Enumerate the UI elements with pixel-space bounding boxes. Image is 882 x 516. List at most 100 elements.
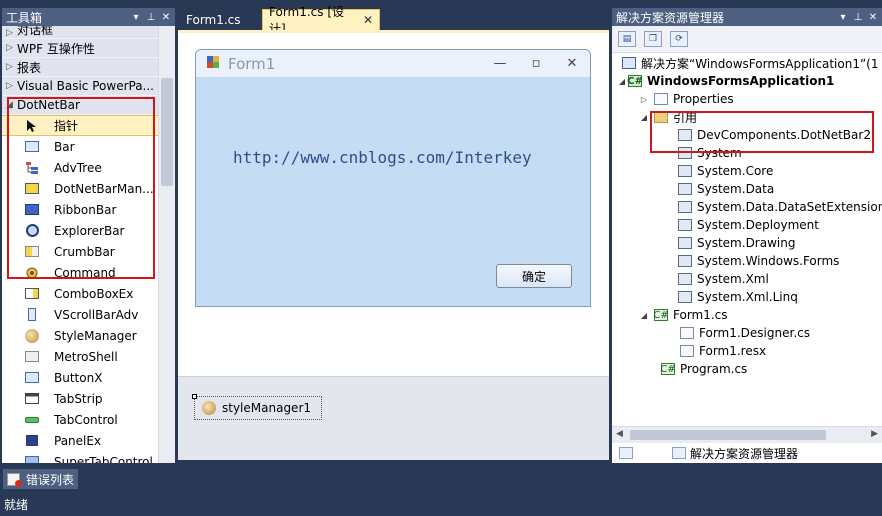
- tree-node-ref-system-data-datasetextension[interactable]: System.Data.DataSetExtension: [678, 198, 882, 216]
- toolbox-item-explorerbar[interactable]: ExplorerBar: [2, 220, 158, 241]
- tree-node-form1-resx[interactable]: Form1.resx: [680, 342, 766, 360]
- csharp-file-icon: C#: [653, 309, 669, 321]
- node-label: Program.cs: [680, 362, 748, 376]
- tree-node-ref-system-data[interactable]: System.Data: [678, 180, 774, 198]
- toolbox-scrollbar[interactable]: [158, 26, 175, 463]
- scroll-right-icon[interactable]: ▶: [871, 429, 878, 439]
- solution-icon: [622, 57, 636, 69]
- supertab-icon: [24, 455, 40, 463]
- ok-button[interactable]: 确定: [496, 264, 572, 288]
- item-label: Bar: [54, 139, 75, 154]
- dropdown-icon[interactable]: ▾: [837, 12, 849, 23]
- solution-explorer-title-bar: 解决方案资源管理器 ▾ ⊥ ✕: [612, 8, 882, 26]
- toolbox-category-wpf[interactable]: ▷ WPF 互操作性: [2, 39, 175, 58]
- csharp-project-icon: C#: [627, 75, 643, 87]
- toolbox-list: ▷ 对话框 ▷ WPF 互操作性 ▷ 报表 ▷ Visual Basic PowerPa…: [2, 26, 175, 463]
- node-label: 解决方案“WindowsFormsApplication1”(1: [641, 56, 879, 71]
- pin-icon[interactable]: ⊥: [852, 12, 864, 23]
- tree-node-ref-dotnetbar2[interactable]: DevComponents.DotNetBar2: [678, 126, 871, 144]
- item-label: AdvTree: [54, 160, 102, 175]
- toolbox-item-command[interactable]: Command: [2, 262, 158, 283]
- toolbox-item-metroshell[interactable]: MetroShell: [2, 346, 158, 367]
- expand-arrow-icon[interactable]: ▷: [638, 95, 650, 104]
- toolbox-item-advtree[interactable]: AdvTree: [2, 157, 158, 178]
- collapse-arrow-icon: ◢: [6, 100, 13, 110]
- toolbox-item-supertabcontrol[interactable]: SuperTabControl: [2, 451, 158, 463]
- close-icon[interactable]: ✕: [867, 12, 879, 23]
- toolbox-title: 工具箱: [6, 10, 43, 25]
- toolbox-item-vscrollbaradv[interactable]: VScrollBarAdv: [2, 304, 158, 325]
- scrollbar-thumb[interactable]: [161, 78, 173, 186]
- selection-handle[interactable]: [192, 394, 197, 399]
- toolbox-item-tabstrip[interactable]: TabStrip: [2, 388, 158, 409]
- toolbox-category-dialogs[interactable]: ▷ 对话框: [2, 26, 175, 39]
- toolbox-item-panelex[interactable]: PanelEx: [2, 430, 158, 451]
- tree-node-solution[interactable]: 解决方案“WindowsFormsApplication1”(1: [622, 54, 878, 72]
- scroll-left-icon[interactable]: ◀: [616, 429, 623, 439]
- close-tab-icon[interactable]: ✕: [363, 13, 373, 27]
- tree-node-ref-system-windows-forms[interactable]: System.Windows.Forms: [678, 252, 839, 270]
- toolbox-item-pointer[interactable]: 指针: [2, 115, 158, 136]
- maximize-icon[interactable]: ▫: [518, 56, 554, 71]
- form-title-bar: Form1 — ▫ ✕: [196, 50, 590, 78]
- collapse-arrow-icon[interactable]: ◢: [638, 113, 650, 122]
- properties-icon: [619, 447, 633, 459]
- toolbox-category-reports[interactable]: ▷ 报表: [2, 58, 175, 77]
- node-label: DevComponents.DotNetBar2: [697, 128, 871, 142]
- reference-icon: [678, 219, 692, 231]
- tree-node-references[interactable]: ◢ 引用: [638, 108, 697, 126]
- solution-explorer-hscrollbar[interactable]: ◀ ▶: [612, 426, 882, 443]
- tree-node-ref-system[interactable]: System: [678, 144, 742, 162]
- toolbox-category-vb-powerpacks[interactable]: ▷ Visual Basic PowerPa...: [2, 77, 175, 96]
- collapse-arrow-icon[interactable]: ◢: [638, 311, 650, 320]
- tab-properties[interactable]: 属性: [614, 443, 666, 463]
- show-all-files-icon[interactable]: ❐: [644, 31, 662, 47]
- toolbox-item-dotnetbarmanager[interactable]: DotNetBarMan...: [2, 178, 158, 199]
- tree-node-form1-cs[interactable]: ◢ C# Form1.cs: [638, 306, 728, 324]
- vscroll-icon: [24, 308, 40, 322]
- tree-node-properties[interactable]: ▷ Properties: [638, 90, 734, 108]
- dropdown-icon[interactable]: ▾: [130, 12, 142, 23]
- tree-node-program-cs[interactable]: C# Program.cs: [660, 360, 748, 378]
- reference-icon: [678, 273, 692, 285]
- component-tray: styleManager1: [178, 376, 609, 460]
- form-app-icon: [206, 55, 220, 72]
- tab-error-list[interactable]: 错误列表: [3, 469, 79, 489]
- node-label: Form1.cs: [673, 308, 728, 322]
- scrollbar-thumb[interactable]: [630, 430, 826, 440]
- toolbox-item-ribbonbar[interactable]: RibbonBar: [2, 199, 158, 220]
- toolbox-item-stylemanager[interactable]: StyleManager: [2, 325, 158, 346]
- toolbox-category-dotnetbar[interactable]: ◢ DotNetBar: [2, 96, 175, 115]
- refresh-icon[interactable]: ⟳: [670, 31, 688, 47]
- tree-node-form1-designer-cs[interactable]: Form1.Designer.cs: [680, 324, 810, 342]
- tree-node-ref-system-core[interactable]: System.Core: [678, 162, 773, 180]
- tree-node-ref-system-deployment[interactable]: System.Deployment: [678, 216, 819, 234]
- form-preview[interactable]: Form1 — ▫ ✕ http://www.cnblogs.com/Inter…: [195, 49, 591, 307]
- pin-icon[interactable]: ⊥: [145, 12, 157, 23]
- toolbox-item-bar[interactable]: Bar: [2, 136, 158, 157]
- csharp-file-icon: C#: [660, 363, 676, 375]
- toolbox-item-buttonx[interactable]: ButtonX: [2, 367, 158, 388]
- close-icon[interactable]: ✕: [160, 12, 172, 23]
- explorer-icon: [24, 224, 40, 238]
- item-label: ButtonX: [54, 370, 103, 385]
- tree-node-ref-system-xml[interactable]: System.Xml: [678, 270, 769, 288]
- properties-icon[interactable]: ▤: [618, 31, 636, 47]
- manager-icon: [24, 182, 40, 196]
- ribbon-icon: [24, 203, 40, 217]
- tree-node-project[interactable]: ◢ C# WindowsFormsApplication1: [616, 72, 834, 90]
- close-icon[interactable]: ✕: [554, 56, 590, 71]
- toolbox-item-crumbbar[interactable]: CrumbBar: [2, 241, 158, 262]
- command-icon: [24, 266, 40, 280]
- tab-form1-design[interactable]: Form1.cs [设计] ✕: [262, 5, 380, 36]
- tab-form1-cs[interactable]: Form1.cs: [180, 9, 247, 30]
- tree-node-ref-system-xml-linq[interactable]: System.Xml.Linq: [678, 288, 798, 306]
- properties-folder-icon: [654, 93, 668, 105]
- tree-node-ref-system-drawing[interactable]: System.Drawing: [678, 234, 795, 252]
- toolbox-item-comboboxex[interactable]: ComboBoxEx: [2, 283, 158, 304]
- toolbox-item-tabcontrol[interactable]: TabControl: [2, 409, 158, 430]
- tray-item-stylemanager[interactable]: styleManager1: [192, 394, 322, 420]
- tab-solution-explorer[interactable]: 解决方案资源管理器: [667, 443, 804, 463]
- minimize-icon[interactable]: —: [482, 56, 518, 71]
- status-text: 就绪: [4, 497, 29, 512]
